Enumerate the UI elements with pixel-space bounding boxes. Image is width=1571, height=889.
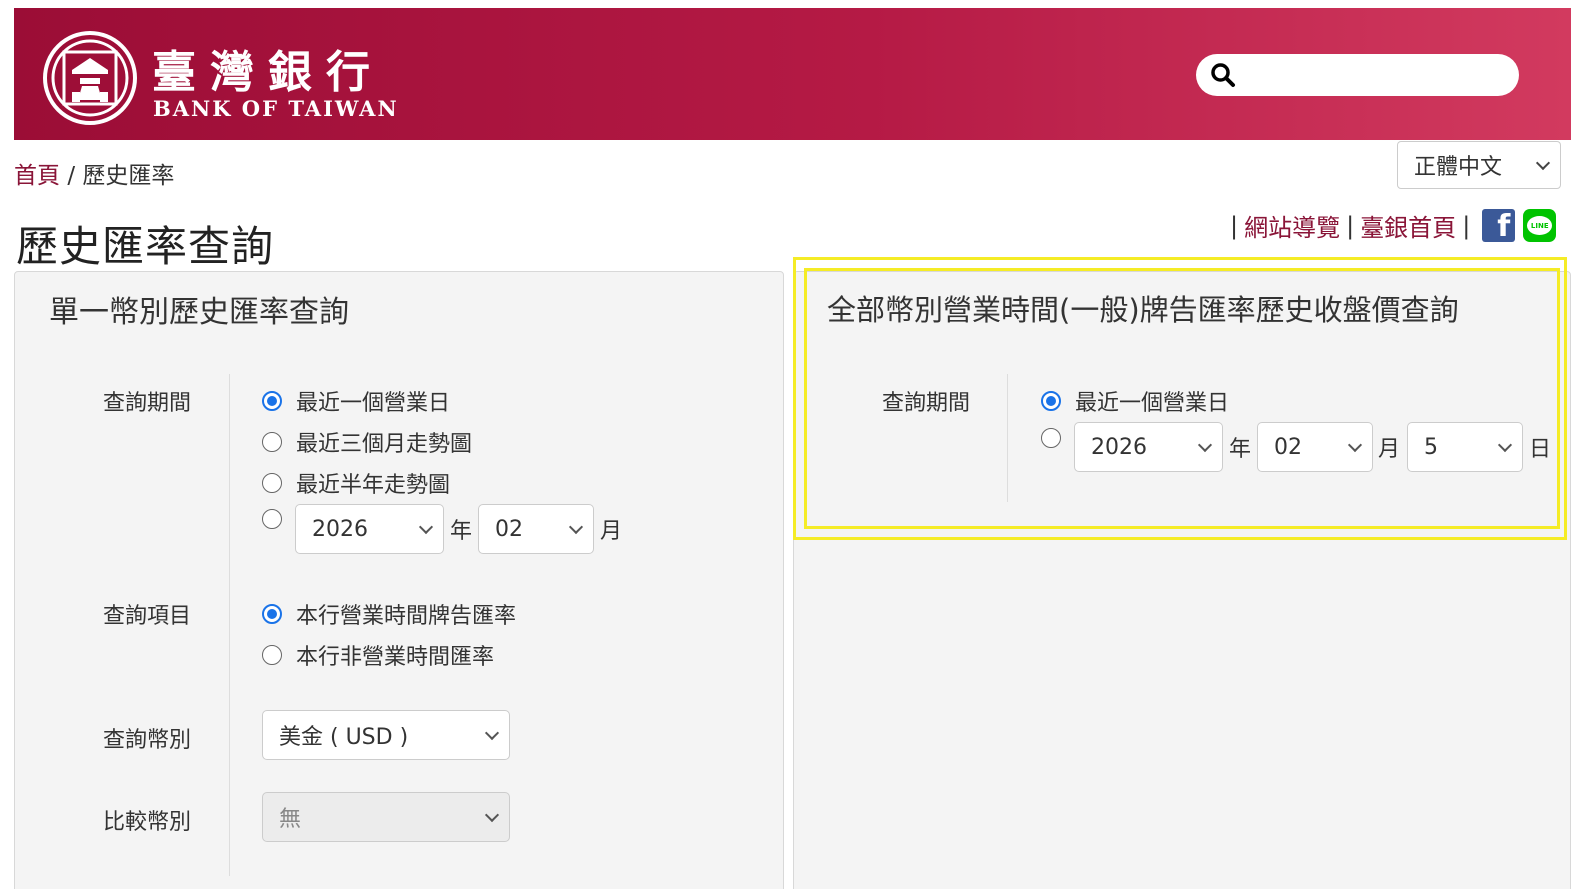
link-separator: |: [1346, 211, 1355, 240]
currency-select[interactable]: 美金 ( USD ): [262, 710, 510, 760]
month-select-value: 02: [1274, 434, 1302, 460]
radio-label: 本行營業時間牌告匯率: [296, 604, 517, 629]
breadcrumb-separator: /: [67, 163, 76, 189]
radio-label: 最近半年走勢圖: [296, 473, 451, 498]
page-title: 歷史匯率查詢: [16, 222, 275, 271]
link-separator: |: [1462, 211, 1471, 240]
year-select[interactable]: 2026: [295, 504, 444, 554]
radio-label: 最近一個營業日: [1075, 391, 1230, 416]
period-option-half-year[interactable]: 最近半年走勢圖: [262, 467, 450, 499]
radio-button[interactable]: [262, 473, 282, 493]
all-period-option-date[interactable]: [1041, 428, 1075, 448]
month-unit: 月: [600, 519, 623, 544]
bank-logo-icon[interactable]: [42, 30, 138, 126]
chevron-down-icon: [1347, 437, 1363, 453]
compare-currency-select: 無: [262, 792, 510, 842]
language-select-value: 正體中文: [1414, 155, 1503, 180]
item-option-non-business-hours[interactable]: 本行非營業時間匯率: [262, 639, 494, 671]
all-currency-panel-title: 全部幣別營業時間(一般)牌告匯率歷史收盤價查詢: [827, 293, 1459, 327]
breadcrumb-home-link[interactable]: 首頁: [14, 163, 60, 189]
all-day-select[interactable]: 5: [1407, 422, 1523, 472]
year-unit: 年: [450, 519, 473, 544]
breadcrumb-current: 歷史匯率: [82, 163, 175, 189]
currency-label: 查詢幣別: [103, 728, 192, 753]
year-select-value: 2026: [1091, 434, 1147, 460]
form-divider: [229, 374, 230, 876]
period-option-three-months[interactable]: 最近三個月走勢圖: [262, 426, 472, 458]
compare-currency-label: 比較幣別: [103, 810, 192, 835]
day-unit: 日: [1529, 437, 1552, 462]
radio-button[interactable]: [262, 509, 282, 529]
header-banner: 臺灣銀行 BANK OF TAIWAN: [14, 8, 1571, 140]
month-unit: 月: [1378, 437, 1401, 462]
chevron-down-icon: [418, 519, 434, 535]
brand-name-english: BANK OF TAIWAN: [153, 96, 399, 121]
chevron-down-icon: [484, 725, 500, 741]
line-icon[interactable]: LINE: [1523, 209, 1557, 242]
radio-button-checked[interactable]: [262, 391, 282, 411]
radio-button-checked[interactable]: [1041, 391, 1061, 411]
radio-label: 最近三個月走勢圖: [296, 432, 473, 457]
radio-button[interactable]: [1041, 428, 1061, 448]
radio-label: 最近一個營業日: [296, 391, 451, 416]
period-label: 查詢期間: [882, 391, 971, 416]
radio-button-checked[interactable]: [262, 604, 282, 624]
year-select-value: 2026: [312, 516, 368, 542]
period-label: 查詢期間: [103, 391, 192, 416]
all-year-select[interactable]: 2026: [1074, 422, 1223, 472]
radio-button[interactable]: [262, 432, 282, 452]
all-month-select[interactable]: 02: [1257, 422, 1373, 472]
year-unit: 年: [1229, 437, 1252, 462]
bank-home-link[interactable]: 臺銀首頁: [1360, 208, 1456, 243]
form-divider: [1007, 374, 1008, 502]
all-period-option-last-business-day[interactable]: 最近一個營業日: [1041, 385, 1229, 417]
month-select-value: 02: [495, 516, 523, 542]
search-box[interactable]: [1196, 54, 1519, 96]
search-input[interactable]: [1244, 54, 1519, 96]
period-option-last-business-day[interactable]: 最近一個營業日: [262, 385, 450, 417]
radio-label: 本行非營業時間匯率: [296, 645, 495, 670]
month-select[interactable]: 02: [478, 504, 594, 554]
period-option-month[interactable]: [262, 509, 296, 529]
search-icon[interactable]: [1210, 62, 1236, 88]
chevron-down-icon: [1535, 155, 1551, 171]
sitemap-link[interactable]: 網站導覽: [1244, 208, 1340, 243]
chevron-down-icon: [568, 519, 584, 535]
breadcrumb: 首頁 / 歷史匯率: [14, 156, 174, 190]
top-links: | 網站導覽 | 臺銀首頁 | f LINE: [1224, 208, 1557, 243]
currency-select-value: 美金 ( USD ): [279, 725, 409, 750]
all-currency-panel: [793, 271, 1571, 889]
link-separator: |: [1230, 211, 1239, 240]
day-select-value: 5: [1424, 434, 1438, 460]
facebook-icon[interactable]: f: [1482, 209, 1516, 242]
single-currency-panel-title: 單一幣別歷史匯率查詢: [49, 295, 349, 330]
compare-currency-select-value: 無: [279, 807, 302, 832]
brand-name-chinese: 臺灣銀行: [152, 47, 384, 98]
item-option-business-hours[interactable]: 本行營業時間牌告匯率: [262, 598, 516, 630]
chevron-down-icon: [484, 807, 500, 823]
language-select[interactable]: 正體中文: [1397, 141, 1561, 189]
item-label: 查詢項目: [103, 604, 192, 629]
chevron-down-icon: [1197, 437, 1213, 453]
chevron-down-icon: [1497, 437, 1513, 453]
radio-button[interactable]: [262, 645, 282, 665]
